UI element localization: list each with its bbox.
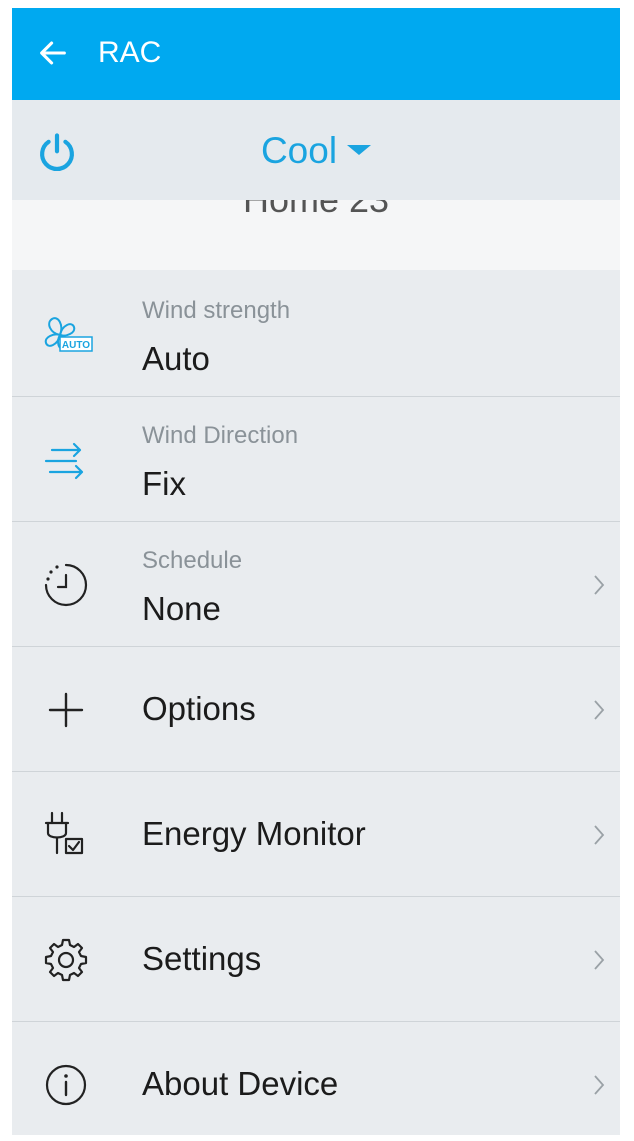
temperature-text: Home 23 xyxy=(12,200,620,220)
chevron-right-icon xyxy=(594,825,605,845)
chevron-right-icon xyxy=(594,575,605,595)
options-label: Options xyxy=(142,690,256,727)
list-item-settings[interactable]: Settings xyxy=(12,897,620,1022)
app-title: RAC xyxy=(98,36,162,69)
about-device-label: About Device xyxy=(142,1065,339,1102)
app-screen: RAC Cool Home 23 AUTO Wind str xyxy=(12,8,620,1135)
wind-direction-icon xyxy=(44,442,84,480)
mode-dropdown[interactable]: Cool xyxy=(12,130,620,172)
schedule-label: Schedule xyxy=(142,547,243,574)
temperature-panel: Home 23 xyxy=(12,200,620,270)
arrow-left-icon[interactable] xyxy=(36,36,70,70)
settings-list: AUTO Wind strength Auto Wind Direction F… xyxy=(12,272,620,1135)
schedule-timer-icon xyxy=(44,563,88,607)
list-item-options[interactable]: Options xyxy=(12,647,620,772)
wind-strength-value: Auto xyxy=(142,340,210,377)
chevron-right-icon xyxy=(594,700,605,720)
wind-direction-value: Fix xyxy=(142,465,186,502)
fan-auto-icon: AUTO xyxy=(44,317,93,352)
list-item-about-device[interactable]: About Device xyxy=(12,1022,620,1135)
mode-label: Cool xyxy=(260,130,338,171)
info-icon xyxy=(45,1064,87,1106)
energy-plug-icon xyxy=(44,811,84,855)
svg-text:AUTO: AUTO xyxy=(62,340,90,351)
list-item-schedule[interactable]: Schedule None xyxy=(12,522,620,647)
caret-down-icon xyxy=(347,145,372,156)
list-item-energy-monitor[interactable]: Energy Monitor xyxy=(12,772,620,897)
wind-direction-label: Wind Direction xyxy=(142,422,299,449)
schedule-value: None xyxy=(142,590,221,627)
wind-strength-label: Wind strength xyxy=(142,297,291,324)
energy-monitor-label: Energy Monitor xyxy=(142,815,366,852)
settings-label: Settings xyxy=(142,940,262,977)
control-bar: Cool xyxy=(12,100,620,200)
chevron-right-icon xyxy=(594,950,605,970)
list-item-wind-strength[interactable]: AUTO Wind strength Auto xyxy=(12,272,620,397)
app-bar: RAC xyxy=(12,8,620,100)
chevron-right-icon xyxy=(594,1075,605,1095)
plus-icon xyxy=(48,692,84,728)
gear-icon xyxy=(44,938,88,982)
list-item-wind-direction[interactable]: Wind Direction Fix xyxy=(12,397,620,522)
